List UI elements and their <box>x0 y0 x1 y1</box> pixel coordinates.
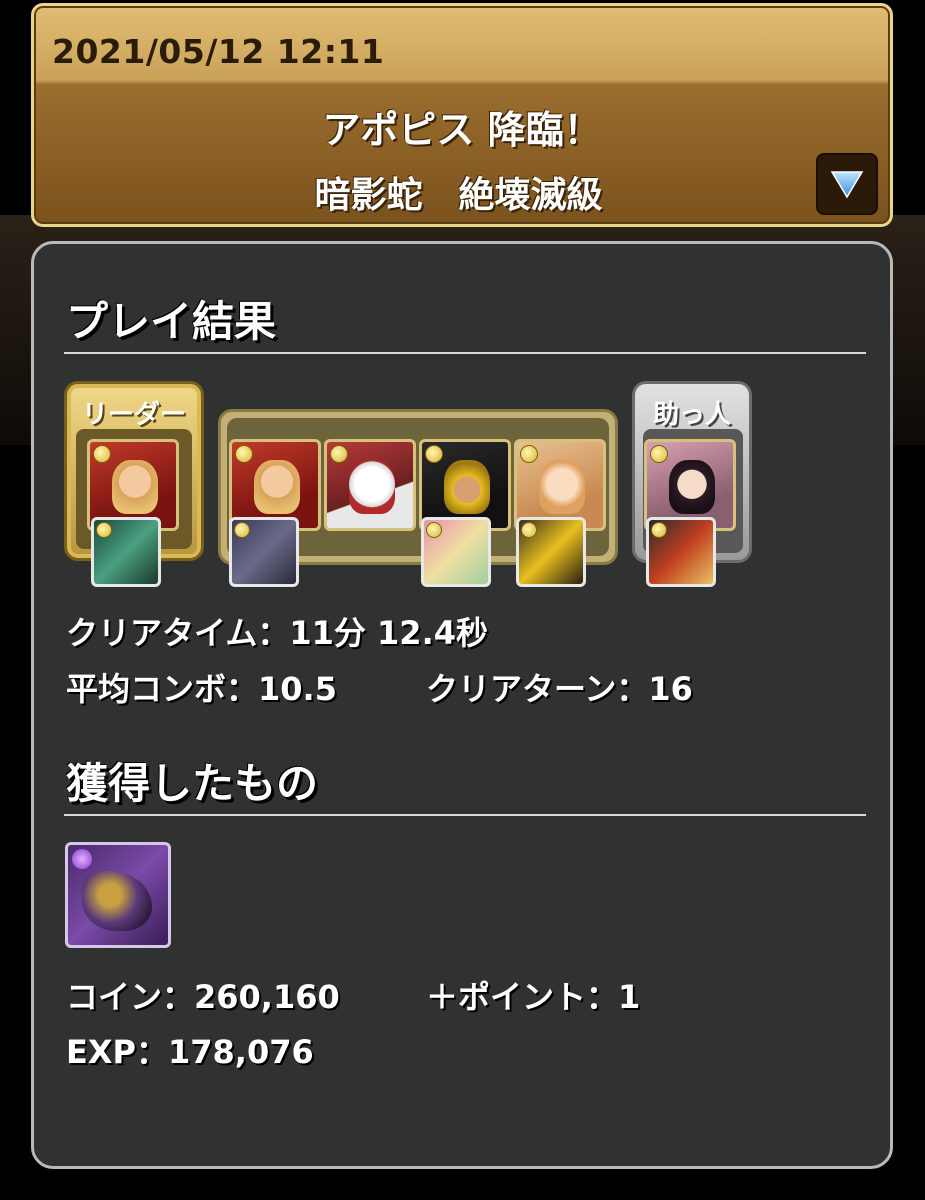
helper-assist-equip[interactable] <box>646 517 716 587</box>
star-icon <box>425 445 443 463</box>
sub-monster-card-2[interactable] <box>324 439 416 531</box>
dungeon-title: アポピス 降臨！ <box>322 108 602 152</box>
helper-label: 助っ人 <box>652 400 731 430</box>
clear-turns: クリアターン：16 <box>426 670 693 708</box>
leader-assist-equip[interactable] <box>91 517 161 587</box>
star-icon <box>330 445 348 463</box>
play-result-heading: プレイ結果 <box>66 297 277 346</box>
result-panel: プレイ結果 リーダー 助っ人 クリアタイム：11分 12.4秒 平均コンボ：10… <box>31 241 893 1169</box>
leader-label: リーダー <box>81 400 186 430</box>
star-icon <box>650 445 668 463</box>
star-icon <box>520 445 538 463</box>
sub4-assist-equip[interactable] <box>516 517 586 587</box>
star-icon <box>93 445 111 463</box>
timestamp: 2021/05/12 12:11 <box>52 32 385 71</box>
star-icon <box>234 522 250 538</box>
triangle-down-icon <box>830 171 864 199</box>
divider <box>64 352 866 354</box>
star-icon <box>96 522 112 538</box>
sub3-assist-equip[interactable] <box>421 517 491 587</box>
star-icon <box>521 522 537 538</box>
clear-time: クリアタイム：11分 12.4秒 <box>66 614 488 652</box>
divider <box>64 814 866 816</box>
dropped-monster-card[interactable] <box>65 842 171 948</box>
dungeon-header: 2021/05/12 12:11 アポピス 降臨！ 暗影蛇 絶壊滅級 <box>31 3 893 227</box>
star-icon <box>235 445 253 463</box>
star-icon <box>426 522 442 538</box>
coins-earned: コイン：260,160 <box>66 978 340 1016</box>
dungeon-difficulty: 暗影蛇 絶壊滅級 <box>314 175 603 216</box>
rewards-heading: 獲得したもの <box>66 759 319 808</box>
sub1-assist-equip[interactable] <box>229 517 299 587</box>
expand-toggle-button[interactable] <box>816 153 878 215</box>
star-icon <box>651 522 667 538</box>
plus-points-earned: ＋ポイント：1 <box>426 978 641 1016</box>
exp-earned: EXP：178,076 <box>66 1033 314 1071</box>
dark-attribute-icon <box>72 849 92 869</box>
average-combo: 平均コンボ：10.5 <box>66 670 337 708</box>
